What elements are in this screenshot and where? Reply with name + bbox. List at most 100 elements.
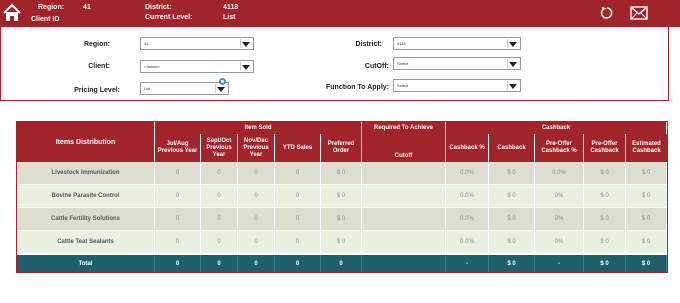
table-cell: $ 0 <box>626 231 667 254</box>
cutoff-select[interactable]: Select <box>393 57 521 70</box>
total-cell: $ 0 <box>584 255 626 272</box>
table-cell: 0 <box>275 185 321 208</box>
total-row-label: Total <box>17 255 155 272</box>
col-ytd-header: YTD Sales <box>275 134 321 162</box>
table-cell: 0 <box>201 185 238 208</box>
function-select-value: Select <box>397 83 409 88</box>
total-cell: 0 <box>238 255 275 272</box>
cutoff-select-value: Select <box>397 61 409 66</box>
district-select[interactable]: 4118 <box>393 37 521 50</box>
table-cell: 0.0% <box>446 231 489 254</box>
chevron-down-icon <box>242 42 250 47</box>
table-cell: $ 0 <box>321 231 362 254</box>
table-cell: 0 <box>201 162 238 185</box>
total-cell: $ 0 <box>626 255 667 272</box>
table-cell: $ 0 <box>321 185 362 208</box>
col-preoffer-pct-header: Pre-Offer Cashback % <box>535 134 584 162</box>
table-cell: $ 0 <box>489 185 535 208</box>
table-cell: 0 <box>275 162 321 185</box>
table-cell: $ 0 <box>626 208 667 231</box>
col-preoffer-cashback-header: Pre-Offer Cashback <box>584 134 626 162</box>
total-cell: 0 <box>321 255 362 272</box>
table-cell: $ 0 <box>489 208 535 231</box>
chevron-down-icon <box>509 62 517 67</box>
region-header-label: Region: <box>38 4 65 11</box>
region-select[interactable]: 41 <box>140 37 254 50</box>
table-cell: 0.0% <box>446 208 489 231</box>
cashback-group-header: Cashback <box>446 122 667 134</box>
item-sold-header: Item Sold <box>155 122 362 134</box>
table-row-label: Cattle Fertility Solutions <box>17 208 155 231</box>
table-cell: $ 0 <box>584 162 626 185</box>
total-cell: - <box>535 255 584 272</box>
items-distribution-header: Items Distribution <box>17 122 155 162</box>
table-cell: 0 <box>275 231 321 254</box>
table-cell: 0 <box>275 208 321 231</box>
table-row-label: Livestock Immunization <box>17 162 155 185</box>
top-bar: Region: 41 Client ID District: 4118 Curr… <box>0 0 680 27</box>
function-filter-label: Function To Apply: <box>326 84 389 91</box>
region-header-value: 41 <box>83 4 91 11</box>
total-cell <box>362 255 446 272</box>
mail-icon[interactable] <box>630 6 648 20</box>
table-cell: $ 0 <box>626 185 667 208</box>
region-filter-label: Region: <box>83 41 110 48</box>
table-cell: 0 <box>155 162 201 185</box>
required-header: Required To Achieve <box>362 122 446 134</box>
focus-indicator <box>219 78 226 85</box>
table-cell: 0 <box>201 208 238 231</box>
table-row-label: Cattle Teat Sealants <box>17 231 155 254</box>
table-cell: $ 0 <box>584 185 626 208</box>
home-icon[interactable] <box>2 3 22 23</box>
current-level-value: List <box>223 14 236 21</box>
table-cell: 0 <box>155 231 201 254</box>
total-cell: $ 0 <box>489 255 535 272</box>
pricing-level-label: Pricing Level: <box>74 87 120 94</box>
client-id-label: Client ID <box>31 16 60 23</box>
pricing-level-select[interactable]: List <box>140 82 229 95</box>
region-select-value: 41 <box>144 41 149 46</box>
client-filter-label: Client: <box>88 63 110 70</box>
district-header-label: District: <box>145 4 172 11</box>
table-cell: $ 0 <box>626 162 667 185</box>
table-cell <box>362 162 446 185</box>
table-cell: 0 <box>238 231 275 254</box>
table-cell: 0.0% <box>446 185 489 208</box>
table-cell: $ 0 <box>489 162 535 185</box>
table-cell: 0.0% <box>446 162 489 185</box>
table-cell: 0% <box>535 185 584 208</box>
table-cell: $ 0 <box>321 208 362 231</box>
total-cell: - <box>446 255 489 272</box>
table-cell: 0 <box>238 162 275 185</box>
table-cell: 0 <box>238 185 275 208</box>
table-cell: 0 <box>201 231 238 254</box>
district-select-value: 4118 <box>397 41 406 46</box>
table-cell: 0 <box>155 185 201 208</box>
district-filter-label: District: <box>355 41 382 48</box>
client-select[interactable]: <Select> <box>140 60 254 73</box>
col-sep-oct-header: Sept/Oct Previous Year <box>201 134 238 162</box>
total-cell: 0 <box>155 255 201 272</box>
function-select[interactable]: Select <box>393 79 521 92</box>
total-cell: 0 <box>201 255 238 272</box>
table-cell: $ 0 <box>584 231 626 254</box>
total-cell: 0 <box>275 255 321 272</box>
cutoff-header: Cutoff <box>362 134 446 162</box>
table-cell: $ 0 <box>489 231 535 254</box>
chevron-down-icon <box>509 84 517 89</box>
refresh-icon[interactable] <box>599 5 615 21</box>
chevron-down-icon <box>242 65 250 70</box>
table-row-label: Bovine Parasite Control <box>17 185 155 208</box>
chevron-down-icon <box>217 87 225 92</box>
current-level-label: Current Level: <box>145 14 193 21</box>
pricing-level-value: List <box>144 86 151 91</box>
col-cashback-header: Cashback <box>489 134 535 162</box>
chevron-down-icon <box>509 42 517 47</box>
district-header-value: 4118 <box>223 4 239 11</box>
col-preferred-header: Preferred Order <box>321 134 362 162</box>
table-cell <box>362 231 446 254</box>
table-cell: $ 0 <box>321 162 362 185</box>
table-cell: 0 <box>238 208 275 231</box>
table-cell: 0.0% <box>535 162 584 185</box>
cutoff-filter-label: CutOff: <box>364 63 389 70</box>
